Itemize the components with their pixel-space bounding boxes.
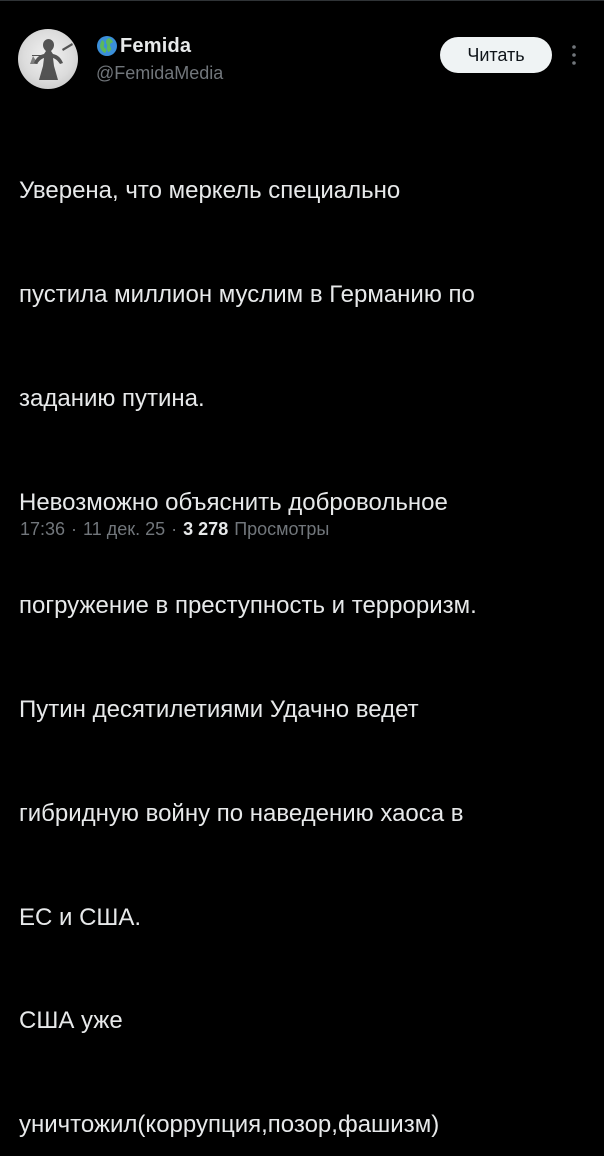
views-label: Просмотры <box>234 519 330 539</box>
author-name-row[interactable]: Femida <box>96 32 191 60</box>
follow-button[interactable]: Читать <box>440 37 552 73</box>
post-text-line: ЕС и США. <box>19 903 142 931</box>
more-vertical-icon[interactable] <box>566 41 582 69</box>
post-date[interactable]: 11 дек. 25 <box>83 519 165 540</box>
globe-icon <box>97 36 117 56</box>
meta-separator: · <box>71 519 78 539</box>
post-text-line: уничтожил(коррупция,позор,фашизм) <box>19 1111 440 1139</box>
post-text: Уверена, что меркель специально пустила … <box>19 105 594 1156</box>
post-text-line: погружение в преступность и терроризм. <box>19 592 477 620</box>
post-text-line: заданию путина. <box>19 384 205 412</box>
views-count: 3 278 <box>183 519 229 539</box>
author-display-name[interactable]: Femida <box>120 35 191 58</box>
post-meta: 17:36 · 11 дек. 25 · 3 278 Просмотры <box>20 519 329 540</box>
author-avatar[interactable] <box>18 29 78 89</box>
post-text-line: гибридную войну по наведению хаоса в <box>19 799 464 827</box>
post-text-line: Путин десятилетиями Удачно ведет <box>19 696 419 724</box>
post-text-line: Невозможно объяснить добровольное <box>19 488 448 516</box>
post-time[interactable]: 17:36 <box>20 519 65 540</box>
statue-avatar-icon <box>30 39 73 80</box>
author-handle[interactable]: @FemidaMedia <box>96 63 223 84</box>
post-text-line: пустила миллион муслим в Германию по <box>19 280 475 308</box>
post-card: Femida @FemidaMedia Читать Уверена, что … <box>0 0 604 1138</box>
post-text-line: Уверена, что меркель специально <box>19 177 401 205</box>
post-text-line: США уже <box>19 1007 123 1035</box>
meta-separator: · <box>171 519 178 539</box>
